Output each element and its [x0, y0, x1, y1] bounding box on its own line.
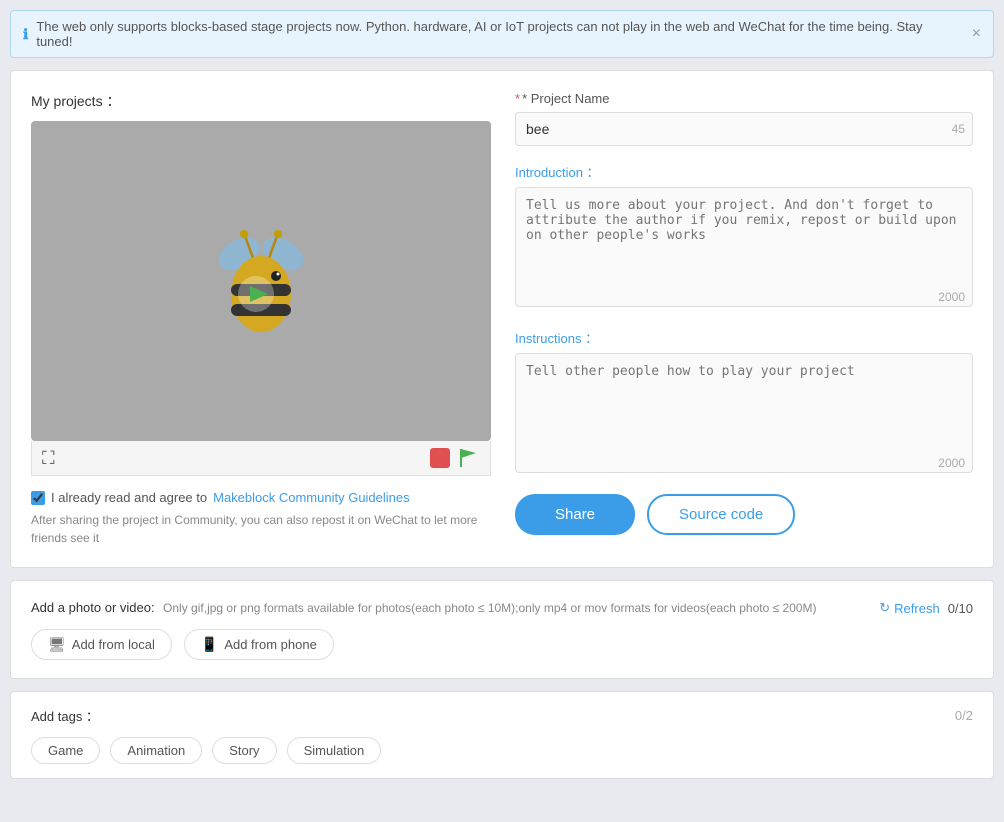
photo-description: Only gif,jpg or png formats available fo…	[163, 601, 817, 615]
introduction-label: Introduction ：	[515, 162, 973, 181]
project-name-input[interactable]	[515, 112, 973, 146]
source-code-button[interactable]: Source code	[647, 494, 795, 535]
expand-icon[interactable]: ⛶	[42, 448, 55, 469]
tags-section: Add tags ： 0/2 Game Animation Story Simulat…	[10, 691, 994, 779]
tags-label: Add tags ：	[31, 706, 99, 725]
instructions-label: Instructions ：	[515, 328, 973, 347]
add-from-phone-button[interactable]: 📱 Add from phone	[184, 629, 334, 660]
tag-pill[interactable]: Animation	[110, 737, 202, 764]
refresh-icon: ↻	[879, 600, 890, 616]
introduction-wrapper: 2000	[515, 187, 973, 312]
tag-pill[interactable]: Game	[31, 737, 100, 764]
tags-header: Add tags ： 0/2	[31, 706, 973, 725]
left-panel: My projects ：	[31, 91, 491, 547]
tags-row: Game Animation Story Simulation	[31, 737, 973, 764]
instructions-textarea[interactable]	[515, 353, 973, 473]
share-button[interactable]: Share	[515, 494, 635, 535]
main-section: My projects ：	[10, 70, 994, 568]
community-guidelines-link[interactable]: Makeblock Community Guidelines	[213, 490, 410, 505]
tags-ratio: 0/2	[955, 708, 973, 723]
agree-checkbox[interactable]	[31, 491, 45, 505]
agree-label: I already read and agree to	[51, 490, 207, 505]
photo-header: Add a photo or video: Only gif,jpg or pn…	[31, 599, 973, 617]
media-ratio: 0/10	[948, 601, 973, 616]
refresh-button[interactable]: ↻ Refresh	[879, 600, 939, 616]
photo-label-group: Add a photo or video: Only gif,jpg or pn…	[31, 599, 817, 617]
flag-button[interactable]	[458, 447, 480, 469]
add-from-local-button[interactable]: 🖥 Add from local	[31, 629, 172, 660]
add-photo-label: Add a photo or video:	[31, 600, 155, 615]
project-name-char-count: 45	[952, 122, 965, 136]
project-name-wrapper: 45	[515, 112, 973, 146]
close-icon[interactable]: ×	[972, 25, 981, 43]
agree-section: I already read and agree to Makeblock Co…	[31, 490, 491, 547]
notice-text: The web only supports blocks-based stage…	[36, 19, 961, 49]
instructions-char-count: 2000	[938, 456, 965, 470]
project-name-label: ** Project Name	[515, 91, 973, 106]
introduction-textarea[interactable]	[515, 187, 973, 307]
right-panel: ** Project Name 45 Introduction ： 2000 I…	[515, 91, 973, 547]
my-projects-label: My projects ：	[31, 91, 491, 111]
info-icon: ℹ	[23, 26, 28, 43]
refresh-label: Refresh	[894, 601, 940, 616]
bee-illustration	[201, 216, 321, 346]
media-section: Add a photo or video: Only gif,jpg or pn…	[10, 580, 994, 679]
action-buttons: Share Source code	[515, 494, 973, 535]
add-media-buttons: 🖥 Add from local 📱 Add from phone	[31, 629, 973, 660]
project-preview	[31, 121, 491, 441]
preview-controls: ⛶	[31, 441, 491, 476]
tag-pill[interactable]: Story	[212, 737, 276, 764]
required-star: *	[515, 91, 520, 106]
phone-icon: 📱	[201, 636, 218, 653]
introduction-char-count: 2000	[938, 290, 965, 304]
add-phone-label: Add from phone	[224, 637, 317, 652]
agree-description: After sharing the project in Community, …	[31, 511, 491, 547]
stop-button[interactable]	[430, 448, 450, 468]
tag-pill[interactable]: Simulation	[287, 737, 382, 764]
add-local-label: Add from local	[72, 637, 155, 652]
instructions-wrapper: 2000	[515, 353, 973, 478]
local-icon: 🖥	[48, 636, 66, 653]
notice-bar: ℹ The web only supports blocks-based sta…	[10, 10, 994, 58]
